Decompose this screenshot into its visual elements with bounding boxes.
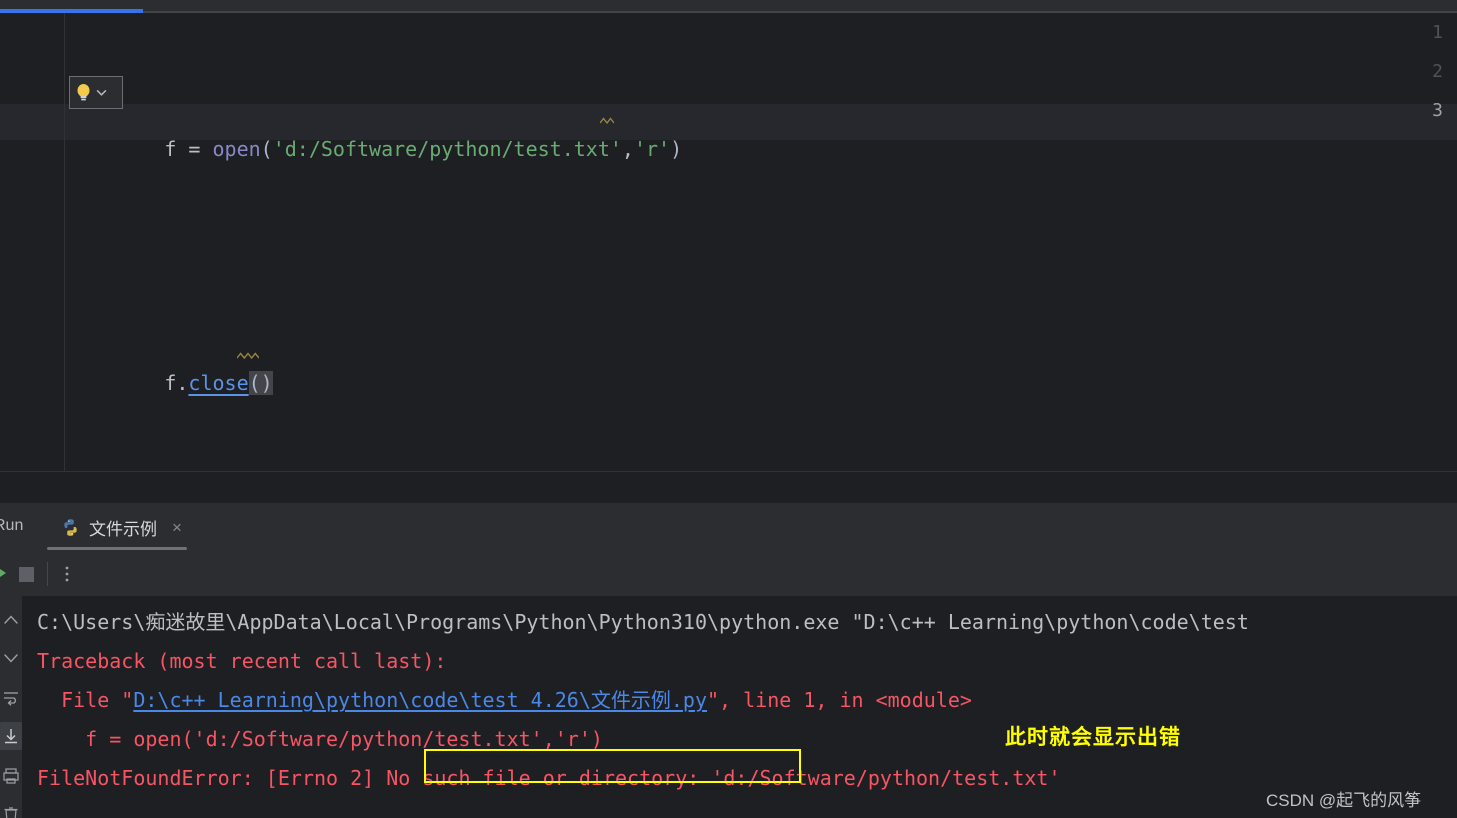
print-icon[interactable] <box>1 766 21 786</box>
console-file-suffix: ", line 1, in <module> <box>707 688 972 712</box>
code-line-3[interactable]: f.close() <box>68 325 682 395</box>
close-icon[interactable]: × <box>172 519 182 536</box>
console-error-prefix: FileNotFoundError: [Errno 2] <box>37 766 387 790</box>
code-open-function: open <box>212 137 261 161</box>
stop-icon[interactable] <box>19 567 34 582</box>
run-icon[interactable] <box>0 565 8 581</box>
intention-bulb-popup[interactable] <box>69 76 123 109</box>
line-number-1: 1 <box>1432 22 1443 43</box>
line-number-gutter[interactable] <box>0 13 65 471</box>
code-close-method[interactable]: close <box>188 371 248 395</box>
editor-panel-divider <box>0 471 1457 503</box>
warning-squiggle-icon <box>600 117 614 125</box>
top-progress-bar <box>0 0 1457 13</box>
console-error-path: 'd:/Software/python/test.txt' <box>699 766 1061 790</box>
console-error-line: FileNotFoundError: [Errno 2] No such fil… <box>37 759 1061 798</box>
current-line-gutter-highlight <box>0 104 65 140</box>
console-file-link[interactable]: D:\c++ Learning\python\code\test 4.26\文件… <box>133 688 707 712</box>
console-file-line: File "D:\c++ Learning\python\code\test 4… <box>37 681 972 720</box>
scroll-down-icon[interactable] <box>1 648 21 668</box>
console-traceback-header: Traceback (most recent call last): <box>37 649 447 673</box>
python-file-icon <box>64 518 77 536</box>
soft-wrap-icon[interactable] <box>1 688 21 708</box>
console-command-line: C:\Users\痴迷故里\AppData\Local\Programs\Pyt… <box>37 610 1249 634</box>
active-tab-indicator <box>47 547 187 550</box>
run-toolbar <box>0 551 1457 596</box>
console-side-toolbar <box>0 596 23 818</box>
annotation-note: 此时就会显示出错 <box>1005 725 1181 749</box>
more-options-icon[interactable] <box>62 564 72 584</box>
error-squiggle-icon <box>237 352 259 360</box>
code-object-f: f. <box>164 371 189 395</box>
code-comma: , <box>621 137 634 161</box>
code-path-string: 'd:/Software/python/test.txt' <box>272 137 622 161</box>
console-error-message: No such file or directory: <box>386 766 700 790</box>
pycharm-window: 1 2 3 f = open('d:/Software/python/test.… <box>0 0 1457 818</box>
code-editor[interactable]: 1 2 3 f = open('d:/Software/python/test.… <box>0 13 1457 471</box>
console-file-prefix: File " <box>37 688 134 712</box>
run-tool-window-title: Run <box>0 517 24 534</box>
run-tab-label: 文件示例 <box>89 519 157 539</box>
lightbulb-icon[interactable] <box>75 83 92 102</box>
run-tool-window-header: Run 文件示例 × <box>0 503 1457 551</box>
line-number-2: 2 <box>1432 61 1443 82</box>
code-rparen: ) <box>670 137 683 161</box>
code-mode-string: 'r' <box>633 137 671 161</box>
line-number-3: 3 <box>1432 100 1443 121</box>
scroll-to-end-icon[interactable] <box>1 726 21 746</box>
code-lparen: ( <box>260 137 273 161</box>
run-tool-window: Run 文件示例 × <box>0 503 1457 818</box>
run-tab-wenjianshili[interactable]: 文件示例 × <box>47 503 196 551</box>
console-source-line: f = open('d:/Software/python/test.txt','… <box>37 727 603 751</box>
scroll-up-icon[interactable] <box>1 610 21 630</box>
code-assignment: f = <box>164 137 213 161</box>
code-close-parens: () <box>248 371 273 395</box>
clear-all-icon[interactable] <box>1 804 21 818</box>
code-line-1[interactable]: f = open('d:/Software/python/test.txt','… <box>68 91 682 161</box>
toolbar-divider <box>47 562 48 586</box>
console-output[interactable]: C:\Users\痴迷故里\AppData\Local\Programs\Pyt… <box>22 596 1457 818</box>
chevron-down-icon[interactable] <box>95 86 108 99</box>
csdn-watermark: CSDN @起飞的风筝 <box>1266 791 1422 810</box>
